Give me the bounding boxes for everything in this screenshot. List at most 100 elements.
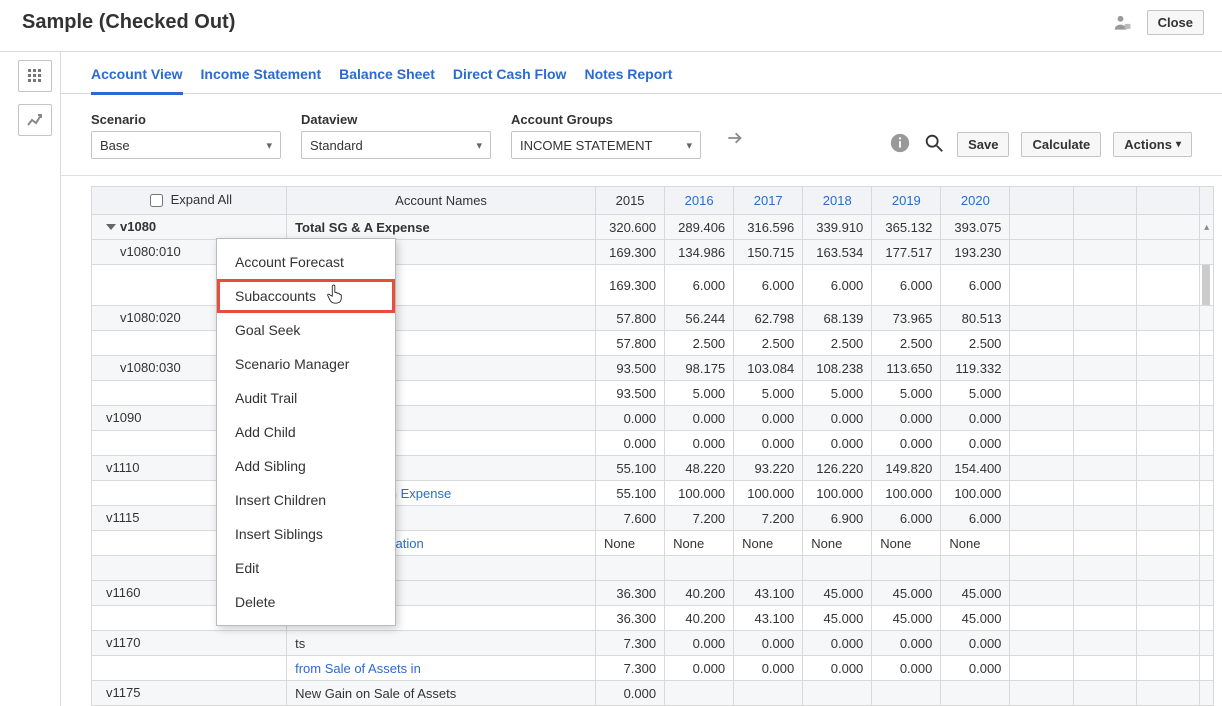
ctx-subaccounts[interactable]: Subaccounts [217,279,395,313]
cell-value[interactable]: 45.000 [872,581,941,606]
save-button[interactable]: Save [957,132,1009,157]
cell-value[interactable] [596,556,665,581]
tab-direct-cash-flow[interactable]: Direct Cash Flow [453,66,567,93]
cell-value[interactable]: 0.000 [872,631,941,656]
col-year-2019[interactable]: 2019 [872,187,941,215]
cell-value[interactable]: 100.000 [941,481,1010,506]
cell-value[interactable]: 36.300 [596,581,665,606]
cell-value[interactable]: 0.000 [872,406,941,431]
cell-value[interactable]: 100.000 [803,481,872,506]
cell-value[interactable]: 0.000 [941,431,1010,456]
cell-value[interactable]: 154.400 [941,456,1010,481]
ctx-add-sibling[interactable]: Add Sibling [217,449,395,483]
cell-value[interactable]: None [734,531,803,556]
scroll-up-icon[interactable]: ▴ [1200,222,1213,233]
cell-value[interactable] [803,556,872,581]
cell-value[interactable]: 2.500 [734,331,803,356]
user-icon[interactable] [1113,13,1133,33]
cell-value[interactable]: 80.513 [941,306,1010,331]
account-groups-select[interactable]: INCOME STATEMENT ▾ [511,131,701,159]
chart-view-icon[interactable] [18,104,52,136]
search-icon[interactable] [923,132,945,157]
cell-value[interactable]: 6.000 [665,265,734,306]
cell-value[interactable]: 6.000 [941,265,1010,306]
tab-balance-sheet[interactable]: Balance Sheet [339,66,435,93]
cell-value[interactable]: 5.000 [734,381,803,406]
cell-value[interactable]: 0.000 [734,406,803,431]
expand-all-header[interactable]: Expand All [92,187,287,215]
cell-value[interactable]: 193.230 [941,240,1010,265]
cell-value[interactable]: 393.075 [941,215,1010,240]
cell-value[interactable]: 0.000 [941,656,1010,681]
cell-value[interactable]: 163.534 [803,240,872,265]
cell-value[interactable]: 150.715 [734,240,803,265]
cell-value[interactable]: 43.100 [734,606,803,631]
expand-all-checkbox[interactable] [150,194,163,207]
cell-value[interactable]: 0.000 [734,631,803,656]
cell-value[interactable]: 0.000 [665,656,734,681]
cell-value[interactable]: None [941,531,1010,556]
ctx-add-child[interactable]: Add Child [217,415,395,449]
cell-value[interactable]: 68.139 [803,306,872,331]
cell-value[interactable]: 57.800 [596,306,665,331]
cell-value[interactable]: 73.965 [872,306,941,331]
arrow-right-icon[interactable] [721,124,749,155]
cell-value[interactable]: 100.000 [665,481,734,506]
cell-value[interactable]: 55.100 [596,456,665,481]
tab-notes-report[interactable]: Notes Report [584,66,672,93]
cell-value[interactable]: 0.000 [941,631,1010,656]
cell-value[interactable]: 108.238 [803,356,872,381]
cell-value[interactable] [872,681,941,706]
cell-value[interactable]: 0.000 [872,431,941,456]
cell-value[interactable]: 55.100 [596,481,665,506]
row-name[interactable]: from Sale of Assets in [287,656,596,681]
cell-value[interactable]: 339.910 [803,215,872,240]
scrollbar-thumb[interactable] [1202,265,1210,305]
table-row[interactable]: v1080Total SG & A Expense320.600289.4063… [92,215,1214,240]
scroll-gutter[interactable]: ▴ [1200,215,1214,240]
cell-value[interactable]: 45.000 [803,606,872,631]
cell-value[interactable] [734,556,803,581]
cell-value[interactable]: 0.000 [941,406,1010,431]
cell-value[interactable]: 2.500 [872,331,941,356]
cell-value[interactable] [665,556,734,581]
cell-value[interactable]: 0.000 [803,631,872,656]
cell-value[interactable]: 177.517 [872,240,941,265]
cell-value[interactable]: 126.220 [803,456,872,481]
cell-value[interactable]: 93.220 [734,456,803,481]
cell-value[interactable]: 289.406 [665,215,734,240]
cell-value[interactable]: 2.500 [665,331,734,356]
cell-value[interactable]: 5.000 [872,381,941,406]
cell-value[interactable]: 2.500 [941,331,1010,356]
cell-value[interactable]: 0.000 [665,406,734,431]
cell-value[interactable]: 45.000 [803,581,872,606]
cell-value[interactable] [941,681,1010,706]
scroll-gutter[interactable] [1200,265,1214,306]
cell-value[interactable]: 40.200 [665,581,734,606]
table-row[interactable]: v1170ts7.3000.0000.0000.0000.0000.000 [92,631,1214,656]
cell-value[interactable]: 7.600 [596,506,665,531]
cell-value[interactable]: None [596,531,665,556]
collapse-triangle-icon[interactable] [106,224,116,230]
grid-view-icon[interactable] [18,60,52,92]
cell-value[interactable]: 5.000 [803,381,872,406]
ctx-scenario-manager[interactable]: Scenario Manager [217,347,395,381]
cell-value[interactable] [665,681,734,706]
cell-value[interactable]: 134.986 [665,240,734,265]
cell-value[interactable]: 103.084 [734,356,803,381]
cell-value[interactable]: 6.000 [941,506,1010,531]
close-button[interactable]: Close [1147,10,1204,35]
ctx-audit-trail[interactable]: Audit Trail [217,381,395,415]
cell-value[interactable]: None [665,531,734,556]
cell-value[interactable]: 0.000 [734,431,803,456]
cell-value[interactable]: 5.000 [941,381,1010,406]
cell-value[interactable]: 0.000 [803,431,872,456]
cell-value[interactable]: 0.000 [596,681,665,706]
tab-income-statement[interactable]: Income Statement [201,66,322,93]
col-year-2017[interactable]: 2017 [734,187,803,215]
cell-value[interactable]: 0.000 [803,406,872,431]
cell-value[interactable]: 0.000 [734,656,803,681]
actions-button[interactable]: Actions ▾ [1113,132,1192,157]
cell-value[interactable]: 6.000 [803,265,872,306]
cell-value[interactable] [872,556,941,581]
